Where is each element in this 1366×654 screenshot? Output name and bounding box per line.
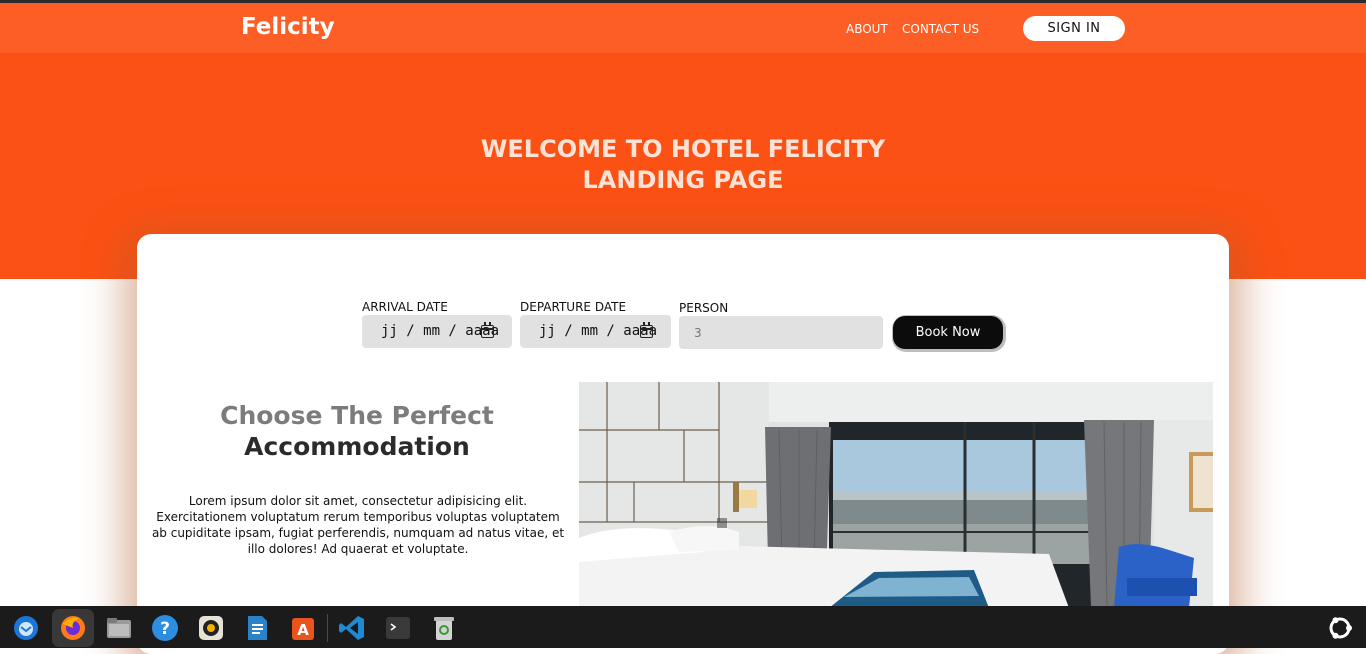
nav-contact-link[interactable]: CONTACT US [902,22,979,36]
brand-logo[interactable]: Felicity [241,14,335,40]
arrival-date-input[interactable]: jj / mm / aaaa [362,315,512,348]
hotel-room-image [579,382,1213,608]
hero-title-line2: LANDING PAGE [582,166,784,194]
thunderbird-icon[interactable] [12,614,40,642]
svg-text:A: A [297,621,309,639]
arrival-date-label: ARRIVAL DATE [362,300,448,314]
terminal-icon[interactable] [384,614,412,642]
ubuntu-icon[interactable] [1326,614,1354,642]
sign-in-button[interactable]: SIGN IN [1023,16,1125,41]
person-input[interactable] [679,316,883,349]
hero-title-line1: WELCOME TO HOTEL FELICITY [480,135,886,163]
trash-icon[interactable] [430,614,458,642]
departure-date-label: DEPARTURE DATE [520,300,627,314]
writer-icon[interactable] [243,614,271,642]
calendar-icon[interactable] [640,322,653,338]
section-description: Lorem ipsum dolor sit amet, consectetur … [151,494,565,556]
calendar-icon[interactable] [481,322,494,338]
hotel-room-illustration [579,382,1213,608]
hero-title: WELCOME TO HOTEL FELICITY LANDING PAGE [0,134,1366,196]
help-icon[interactable]: ? [151,614,179,642]
book-now-button[interactable]: Book Now [893,316,1003,349]
nav-about-link[interactable]: ABOUT [846,22,888,36]
navbar: Felicity ABOUT CONTACT US SIGN IN [0,3,1366,53]
firefox-icon[interactable] [59,614,87,642]
booking-card: ARRIVAL DATE jj / mm / aaaa DEPARTURE DA… [137,234,1229,654]
person-label: PERSON [679,301,729,315]
vscode-icon[interactable] [338,614,366,642]
app-center-icon[interactable]: A [289,614,317,642]
section-title-line2: Accommodation [244,432,470,461]
departure-date-input[interactable]: jj / mm / aaaa [520,315,671,348]
svg-text:?: ? [160,619,170,639]
section-title-line1: Choose The Perfect [220,401,494,430]
rhythmbox-icon[interactable] [197,614,225,642]
taskbar-separator [327,614,328,642]
taskbar: ? A [0,606,1366,648]
files-icon[interactable] [105,614,133,642]
